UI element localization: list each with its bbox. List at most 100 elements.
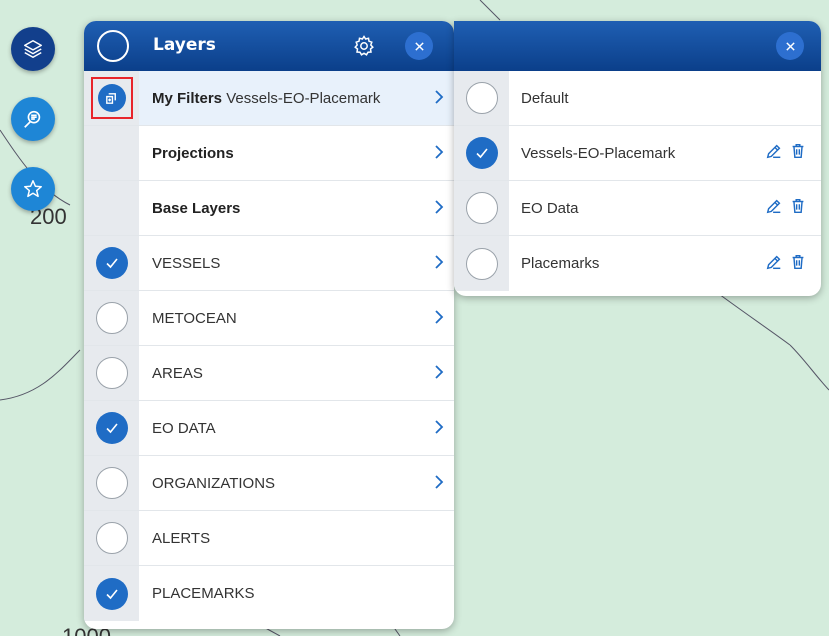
layer-name: Base Layers [152,199,241,217]
layer-name: Projections [152,144,234,162]
star-icon [24,180,42,198]
filter-name: EO Data [521,199,579,217]
layer-row-gutter [84,236,139,290]
add-filter-button[interactable] [90,77,133,119]
filter-radio[interactable] [465,247,498,280]
filter-actions [765,197,807,219]
search-filter-icon [24,110,41,128]
filters-close-button[interactable] [776,32,804,60]
edit-icon[interactable] [765,197,783,219]
filter-row-gutter [454,236,509,291]
filter-name: Default [521,89,569,107]
layer-name: EO DATA [152,419,216,437]
chevron-right-icon[interactable] [428,473,450,494]
filters-panel-header [454,21,821,71]
layers-close-button[interactable] [405,32,433,60]
layer-row-label: Projections [139,145,428,162]
layer-checkbox[interactable] [95,522,128,554]
filter-row-default[interactable]: Default [454,71,821,126]
layer-row-gutter [84,456,139,510]
select-all-toggle[interactable] [97,30,129,62]
layer-row-label: EO DATA [139,420,428,437]
layer-row-label: Base Layers [139,200,428,217]
favorites-fab-button[interactable] [11,167,55,211]
filters-list: Default Vessels-EO-Placemark EO Data Placem… [454,71,821,291]
layer-row-gutter [84,291,139,345]
chevron-right-icon[interactable] [428,88,450,109]
chevron-right-icon[interactable] [428,363,450,384]
layer-checkbox-checked[interactable] [95,412,128,444]
layer-row-areas[interactable]: AREAS [84,346,454,401]
layer-checkbox-checked[interactable] [95,577,128,610]
layers-list: My Filters Vessels-EO-Placemark Projectio… [84,71,454,621]
trash-icon[interactable] [789,142,807,164]
filter-row-placemarks[interactable]: Placemarks [454,236,821,291]
layer-row-placemarks[interactable]: PLACEMARKS [84,566,454,621]
chevron-right-icon[interactable] [428,253,450,274]
layer-row-base-layers[interactable]: Base Layers [84,181,454,236]
layer-name: VESSELS [152,254,221,272]
layer-row-gutter [84,401,139,455]
filter-name: Placemarks [521,255,600,272]
layer-row-my-filters[interactable]: My Filters Vessels-EO-Placemark [84,71,454,126]
close-icon [414,41,424,51]
layer-name: ALERTS [152,529,211,547]
layer-name: ORGANIZATIONS [152,474,276,492]
filters-panel: Default Vessels-EO-Placemark EO Data Placem… [454,21,821,296]
filter-radio[interactable] [465,192,498,224]
layer-checkbox[interactable] [95,357,128,389]
layers-settings-button[interactable] [352,34,376,58]
filter-row-gutter [454,126,509,180]
layers-icon [24,40,42,58]
layers-panel-header: Layers [84,21,454,71]
search-filter-fab-button[interactable] [11,97,55,141]
layer-row-label: ORGANIZATIONS [139,475,428,492]
layer-row-label: ALERTS [139,530,454,547]
chevron-right-icon[interactable] [428,198,450,219]
filter-actions [765,142,807,164]
chevron-right-icon[interactable] [428,418,450,439]
filter-actions [765,253,807,275]
layer-row-alerts[interactable]: ALERTS [84,511,454,566]
layer-row-gutter [84,71,139,125]
layers-panel-title: Layers [153,35,216,55]
layer-checkbox-checked[interactable] [95,247,128,279]
layer-checkbox[interactable] [95,302,128,334]
layer-row-vessels[interactable]: VESSELS [84,236,454,291]
layer-row-gutter [84,511,139,565]
layer-row-gutter [84,181,139,235]
layer-row-eo-data[interactable]: EO DATA [84,401,454,456]
layer-row-gutter [84,126,139,180]
layer-row-projections[interactable]: Projections [84,126,454,181]
layer-row-metocean[interactable]: METOCEAN [84,291,454,346]
gear-icon [354,35,374,56]
edit-icon[interactable] [765,253,783,275]
close-icon [785,41,795,51]
layer-name: My Filters [152,89,223,107]
layer-name: PLACEMARKS [152,585,255,602]
filter-name: Vessels-EO-Placemark [521,144,676,162]
trash-icon[interactable] [789,253,807,275]
layer-checkbox[interactable] [95,467,128,499]
layer-row-label: VESSELS [139,255,428,272]
layer-row-gutter [84,566,139,621]
layer-name: METOCEAN [152,309,237,327]
edit-icon[interactable] [765,142,783,164]
layers-fab-button[interactable] [11,27,55,71]
chevron-right-icon[interactable] [428,143,450,164]
layer-name: AREAS [152,364,203,382]
filter-radio-selected[interactable] [465,137,498,169]
layer-row-organizations[interactable]: ORGANIZATIONS [84,456,454,511]
filter-row-vessels-eo-placemark[interactable]: Vessels-EO-Placemark [454,126,821,181]
chevron-right-icon[interactable] [428,308,450,329]
layer-row-label: METOCEAN [139,310,428,327]
filter-radio[interactable] [465,82,498,114]
filter-row-gutter [454,71,509,125]
layer-row-label: PLACEMARKS [139,585,454,602]
layer-row-gutter [84,346,139,400]
trash-icon[interactable] [789,197,807,219]
filter-row-eo-data[interactable]: EO Data [454,181,821,236]
active-filter-name: Vessels-EO-Placemark [226,89,381,107]
layer-row-label: AREAS [139,365,428,382]
add-filter-icon [97,84,126,112]
